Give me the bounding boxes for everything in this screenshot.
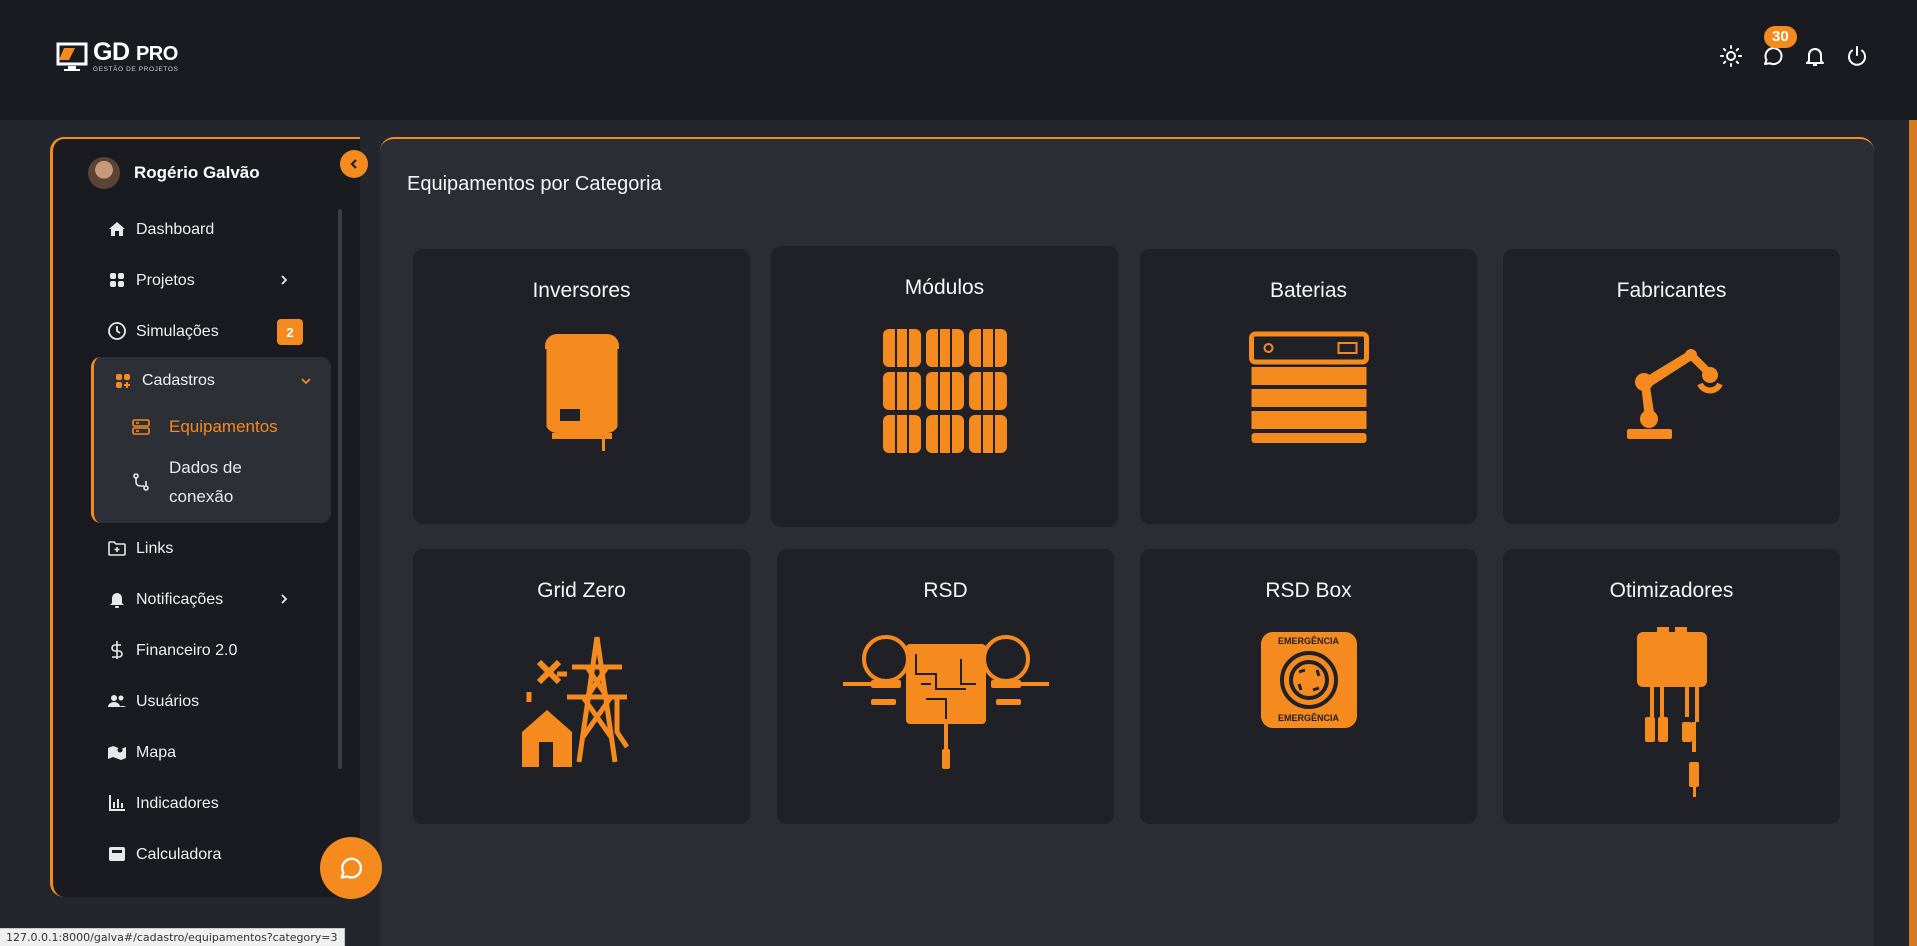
card-title: Baterias: [1269, 279, 1348, 302]
sun-icon: [1720, 45, 1742, 67]
category-card-grid-zero[interactable]: Grid Zero: [413, 549, 750, 824]
user-name: Rogério Galvão: [134, 163, 260, 182]
chevron-right-icon: [281, 594, 288, 604]
sidebar-item-calculadora[interactable]: Calculadora: [53, 829, 343, 880]
card-title: Fabricantes: [1616, 279, 1727, 302]
sidebar-item-projetos[interactable]: Projetos: [53, 255, 343, 306]
notifications-button[interactable]: [1803, 44, 1827, 68]
inverter-icon: [543, 334, 620, 451]
sidebar-item-dados-conexao[interactable]: Dados de conexão: [94, 449, 331, 515]
card-title: RSD: [923, 579, 968, 602]
logo-text: GD PRO: [93, 38, 178, 67]
logout-button[interactable]: [1845, 44, 1869, 68]
emergency-box-icon: EMERGÊNCIA EMERGÊNCIA: [1260, 632, 1357, 728]
git-icon: [133, 473, 149, 491]
emergency-label-top: EMERGÊNCIA: [1277, 636, 1339, 646]
chat-bubble-icon: [340, 857, 362, 879]
map-icon: [108, 746, 126, 760]
solar-panel-icon: [882, 326, 1007, 456]
page-title: Equipamentos por Categoria: [407, 173, 662, 195]
user-profile[interactable]: Rogério Galvão: [88, 157, 260, 189]
sidebar-item-equipamentos[interactable]: Equipamentos: [94, 405, 331, 449]
avatar: [88, 157, 120, 189]
page-edge-stripe: [1909, 120, 1917, 946]
apps-icon: [116, 374, 130, 388]
clock-icon: [108, 322, 126, 340]
emergency-button-icon: [1279, 651, 1338, 709]
dollar-icon: [111, 641, 123, 659]
category-card-baterias[interactable]: Baterias: [1140, 249, 1477, 524]
logo-mark-icon: [56, 42, 88, 71]
optimizer-icon: [1636, 627, 1707, 797]
sidebar: Rogério Galvão Dashboard Projetos Simula…: [50, 137, 360, 897]
sidebar-item-mapa[interactable]: Mapa: [53, 727, 343, 778]
chat-fab-button[interactable]: [320, 837, 382, 899]
sidebar-item-cadastros[interactable]: Cadastros: [94, 357, 331, 405]
power-tower-icon: [521, 636, 629, 767]
theme-toggle-button[interactable]: [1719, 44, 1743, 68]
sidebar-item-notificacoes[interactable]: Notificações: [53, 574, 343, 625]
battery-icon: [1248, 331, 1369, 443]
sidebar-item-simulacoes[interactable]: Simulações 2: [53, 306, 343, 357]
category-card-otimizadores[interactable]: Otimizadores: [1503, 549, 1840, 824]
top-bar: GD PRO GESTÃO DE PROJETOS 30: [0, 0, 1917, 120]
sidebar-scrollbar[interactable]: [338, 209, 342, 769]
sidebar-item-usuarios[interactable]: Usuários: [53, 676, 343, 727]
home-icon: [109, 222, 125, 236]
sidebar-group-cadastros: Cadastros Equipamentos Dados de conexão: [91, 357, 331, 523]
card-title: RSD Box: [1265, 579, 1352, 602]
messages-button[interactable]: 30: [1761, 26, 1797, 68]
card-title: Módulos: [904, 276, 985, 299]
category-card-rsd[interactable]: RSD: [777, 549, 1114, 824]
simulacoes-badge: 2: [277, 319, 303, 345]
sidebar-item-dashboard[interactable]: Dashboard: [53, 204, 343, 255]
sidebar-item-links[interactable]: Links: [53, 523, 343, 574]
chevron-right-icon: [281, 275, 288, 285]
status-bar-url: 127.0.0.1:8000/galva#/cadastro/equipamen…: [0, 928, 345, 946]
bell-icon: [110, 593, 124, 608]
power-icon: [1848, 46, 1866, 66]
sidebar-item-financeiro[interactable]: Financeiro 2.0: [53, 625, 343, 676]
sidebar-item-indicadores[interactable]: Indicadores: [53, 778, 343, 829]
calculator-icon: [109, 847, 125, 861]
category-card-fabricantes[interactable]: Fabricantes: [1503, 249, 1840, 524]
main-panel: Equipamentos por Categoria Inversores Mó…: [380, 137, 1874, 946]
collapse-sidebar-button[interactable]: [340, 150, 368, 178]
robot-arm-icon: [1626, 349, 1723, 439]
chevron-left-icon: [350, 159, 357, 169]
logo-subtitle: GESTÃO DE PROJETOS: [93, 66, 179, 74]
category-card-rsd-box[interactable]: RSD Box EMERGÊNCIA EMERGÊNCIA: [1140, 549, 1477, 824]
bar-chart-icon: [109, 795, 125, 811]
card-title: Otimizadores: [1609, 579, 1734, 602]
category-card-modulos[interactable]: Módulos: [771, 246, 1118, 527]
rsd-icon: [842, 635, 1049, 769]
card-title: Grid Zero: [537, 579, 626, 602]
folder-plus-icon: [108, 541, 126, 556]
bell-icon: [1806, 48, 1824, 66]
users-icon: [108, 695, 126, 707]
category-card-inversores[interactable]: Inversores: [413, 249, 750, 524]
chevron-down-icon: [301, 378, 311, 385]
grid-icon: [110, 273, 124, 287]
server-icon: [132, 419, 150, 435]
logo[interactable]: GD PRO GESTÃO DE PROJETOS: [55, 40, 178, 74]
card-title: Inversores: [532, 279, 631, 302]
emergency-label-bottom: EMERGÊNCIA: [1277, 713, 1339, 723]
messages-badge: 30: [1764, 26, 1797, 48]
